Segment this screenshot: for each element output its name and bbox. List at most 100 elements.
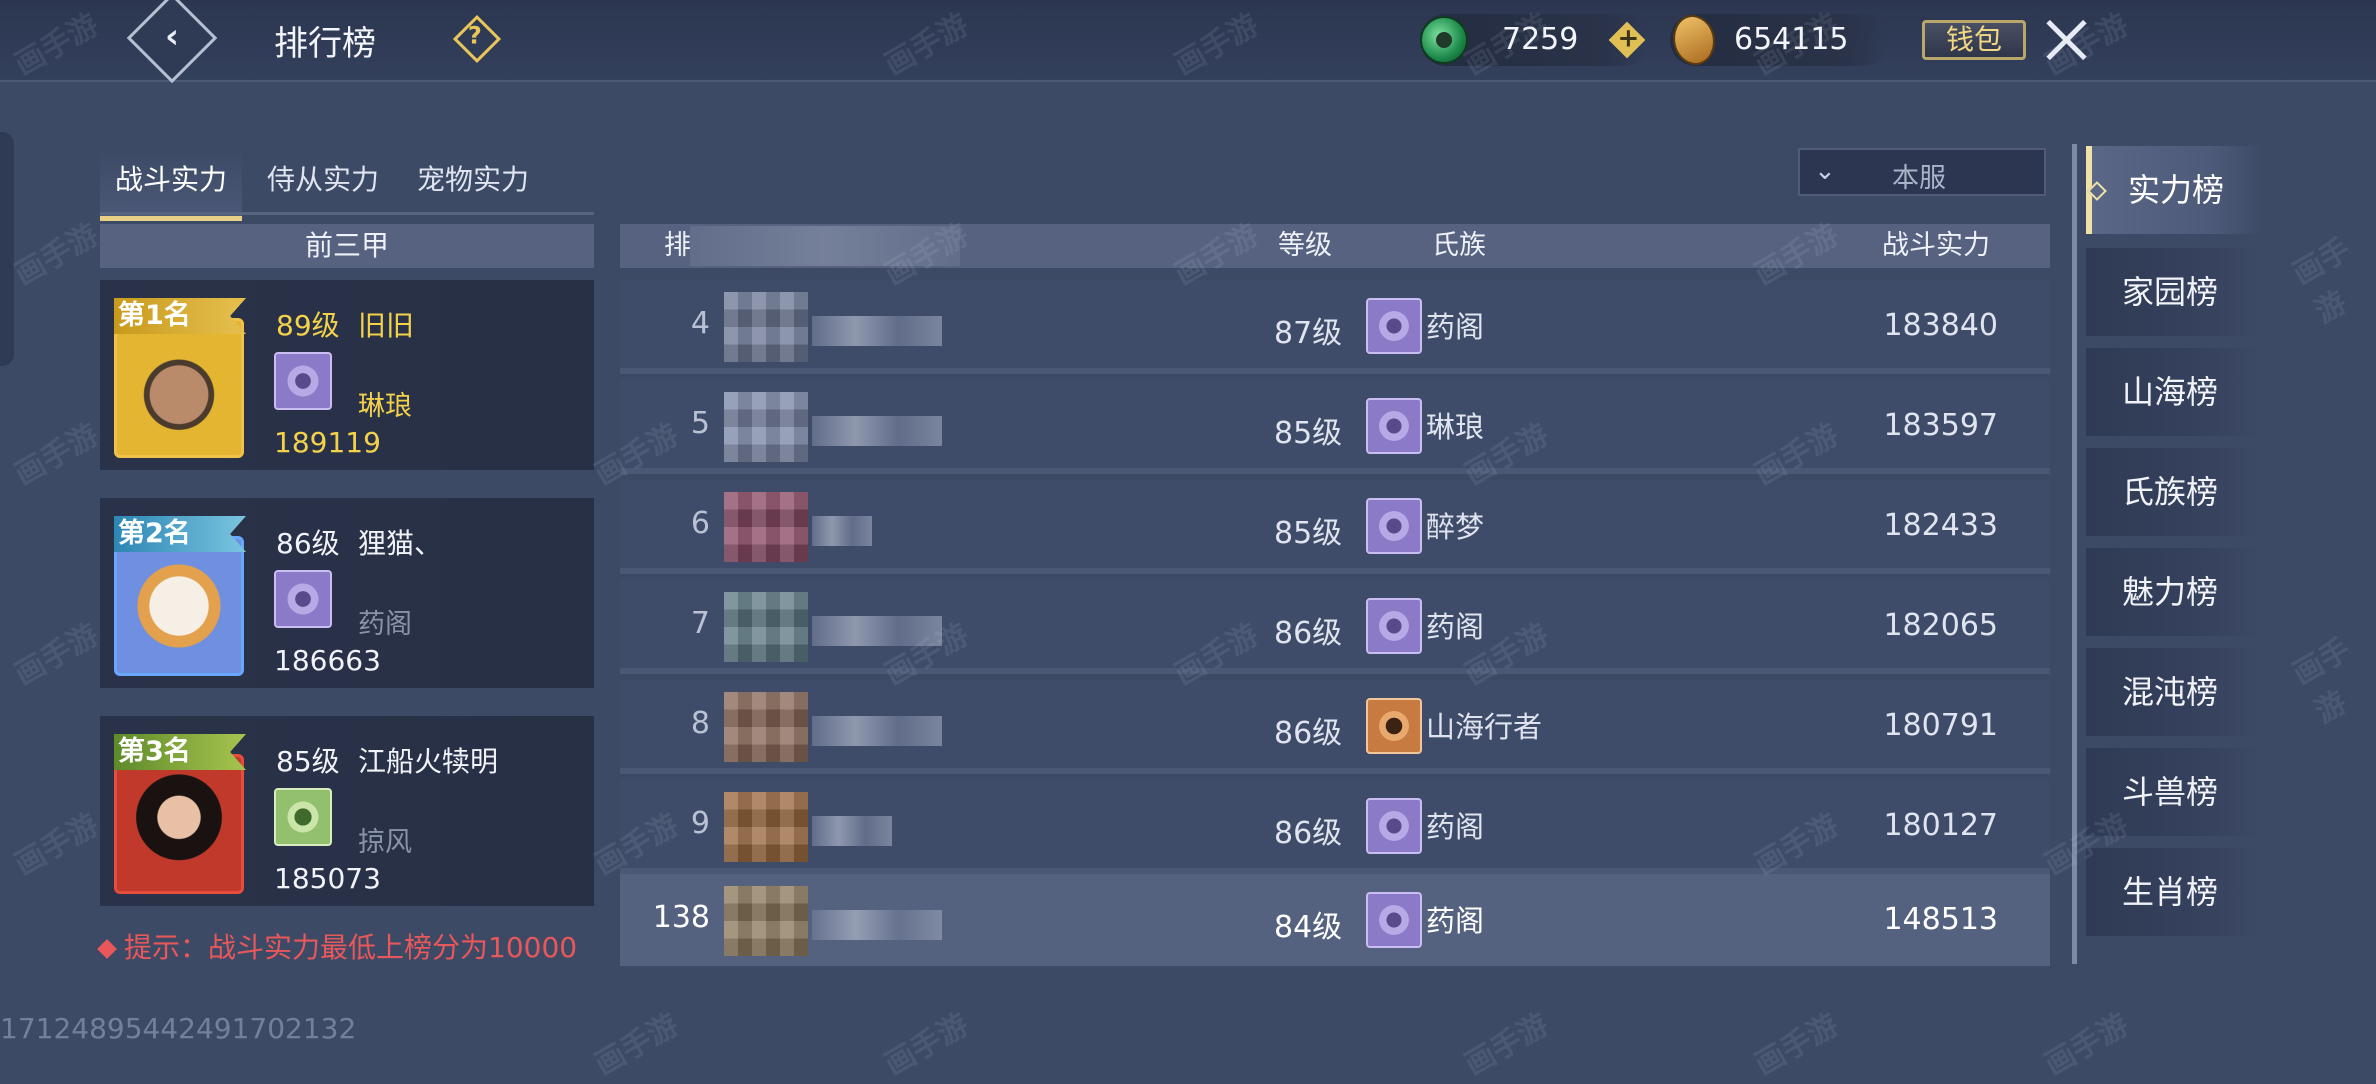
player-power: 186663 — [274, 644, 381, 677]
clan-emblem-icon — [1366, 598, 1422, 654]
sidebar-item-zodiac[interactable]: 生肖榜 — [2086, 848, 2262, 936]
tabs-divider — [100, 212, 594, 215]
top3-card-3[interactable]: 第3名 85级 江船火犊明 掠风 185073 — [100, 716, 594, 906]
watermark: 画手游 — [9, 217, 105, 293]
question-icon: ? — [467, 21, 482, 50]
sidebar-item-home[interactable]: 家园榜 — [2086, 248, 2262, 336]
my-rank-row[interactable]: 138 84级 药阁 148513 — [620, 874, 2050, 966]
player-portrait — [114, 754, 244, 894]
pixelated-avatar — [724, 886, 808, 956]
tab-attendant-power[interactable]: 侍从实力 — [252, 150, 394, 216]
pixelated-name — [812, 910, 942, 940]
watermark: 画手游 — [1749, 1007, 1845, 1083]
clan-emblem-icon — [1366, 892, 1422, 948]
player-portrait — [114, 318, 244, 458]
clan-emblem-icon — [274, 352, 332, 410]
watermark: 画手游 — [2287, 631, 2357, 731]
player-clan: 掠风 — [358, 827, 412, 858]
row-clan: 琳琅 — [1426, 410, 1485, 444]
gold-ingot-icon — [1665, 9, 1723, 71]
row-rank: 138 — [652, 900, 710, 935]
back-button[interactable]: ‹ — [126, 0, 218, 84]
row-level: 87级 — [1274, 316, 1343, 351]
row-power: 183597 — [1883, 408, 1998, 443]
row-power: 183840 — [1883, 308, 1998, 343]
player-name: 狸猫、 — [358, 527, 443, 560]
row-clan: 药阁 — [1426, 610, 1485, 644]
player-power: 189119 — [274, 426, 381, 459]
watermark: 画手游 — [1459, 1007, 1555, 1083]
table-row[interactable]: 8 86级 山海行者 180791 — [620, 680, 2050, 774]
warning-icon — [97, 939, 117, 959]
top3-header: 前三甲 — [100, 224, 594, 268]
watermark: 画手游 — [9, 807, 105, 883]
sidebar-item-charm[interactable]: 魅力榜 — [2086, 548, 2262, 636]
top3-card-1[interactable]: 第1名 89级 旧旧 琳琅 189119 — [100, 280, 594, 470]
row-level: 84级 — [1274, 910, 1343, 945]
clan-emblem-icon — [1366, 498, 1422, 554]
watermark: 画手游 — [2287, 231, 2357, 331]
pixelated-name — [812, 716, 942, 746]
row-level: 86级 — [1274, 616, 1343, 651]
pixelated-avatar — [724, 392, 808, 462]
player-level: 89级 — [276, 309, 340, 342]
sidebar-item-clan[interactable]: 氏族榜 — [2086, 448, 2262, 536]
row-rank: 7 — [690, 606, 710, 641]
help-button[interactable]: ? — [452, 14, 502, 64]
hint-text: 提示：战斗实力最低上榜分为10000 — [124, 931, 578, 964]
pixelated-avatar — [724, 592, 808, 662]
sidebar-item-chaos[interactable]: 混沌榜 — [2086, 648, 2262, 736]
column-power: 战斗实力 — [1882, 230, 1990, 261]
pixelated-avatar — [724, 292, 808, 362]
rank-badge: 第3名 — [114, 734, 246, 770]
server-filter-dropdown[interactable]: ⌄ 本服 — [1798, 148, 2046, 196]
pixelated-avatar — [724, 492, 808, 562]
server-filter-value: 本服 — [1892, 163, 1946, 194]
row-clan: 药阁 — [1426, 810, 1485, 844]
table-row[interactable]: 6 85级 醉梦 182433 — [620, 480, 2050, 574]
wallet-button[interactable]: 钱包 — [1922, 20, 2026, 60]
top3-card-2[interactable]: 第2名 86级 狸猫、 药阁 186663 — [100, 498, 594, 688]
row-clan: 药阁 — [1426, 904, 1485, 938]
row-rank: 4 — [690, 306, 710, 341]
tab-combat-power[interactable]: 战斗实力 — [100, 150, 242, 221]
pixelated-name — [812, 816, 892, 846]
row-power: 182065 — [1883, 608, 1998, 643]
clan-emblem-icon — [1366, 398, 1422, 454]
row-power: 180127 — [1883, 808, 1998, 843]
column-rank: 排 — [664, 230, 691, 261]
player-clan: 药阁 — [358, 609, 412, 640]
row-rank: 6 — [690, 506, 710, 541]
row-clan: 药阁 — [1426, 310, 1485, 344]
table-row[interactable]: 5 85级 琳琅 183597 — [620, 380, 2050, 474]
sidebar-item-power[interactable]: 实力榜 — [2086, 146, 2262, 234]
tab-pet-power[interactable]: 宠物实力 — [402, 150, 544, 216]
watermark: 画手游 — [589, 1007, 685, 1083]
watermark: 画手游 — [2039, 1007, 2135, 1083]
back-arrow-icon: ‹ — [164, 16, 179, 57]
rank-badge: 第2名 — [114, 516, 246, 552]
left-edge-handle[interactable] — [0, 132, 14, 366]
player-clan: 琳琅 — [358, 391, 412, 422]
clan-emblem-icon — [1366, 298, 1422, 354]
row-power: 148513 — [1883, 902, 1998, 937]
watermark: 画手游 — [879, 1007, 975, 1083]
plus-icon: + — [1617, 23, 1640, 54]
player-level: 86级 — [276, 527, 340, 560]
user-id-watermark: 17124895442491702132 — [0, 1012, 357, 1045]
row-level: 85级 — [1274, 416, 1343, 451]
add-jade-button[interactable]: + — [1608, 21, 1646, 59]
row-level: 86级 — [1274, 716, 1343, 751]
row-power: 180791 — [1883, 708, 1998, 743]
clan-emblem-icon — [274, 788, 332, 846]
player-name: 江船火犊明 — [358, 745, 499, 778]
row-rank: 8 — [690, 706, 710, 741]
clan-emblem-icon — [1366, 698, 1422, 754]
table-row[interactable]: 7 86级 药阁 182065 — [620, 580, 2050, 674]
chevron-down-icon: ⌄ — [1814, 156, 1836, 186]
rank-badge: 第1名 — [114, 298, 246, 334]
pixelated-name — [812, 516, 872, 546]
table-row[interactable]: 4 87级 药阁 183840 — [620, 280, 2050, 374]
clan-emblem-icon — [1366, 798, 1422, 854]
sidebar-item-shanhai[interactable]: 山海榜 — [2086, 348, 2262, 436]
